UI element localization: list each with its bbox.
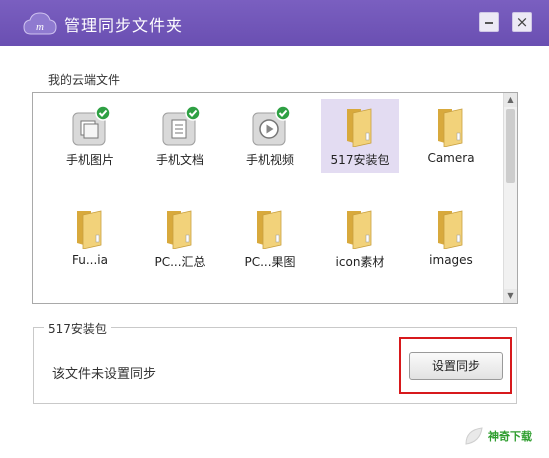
file-item-icon-assets[interactable]: icon素材 xyxy=(321,201,399,275)
file-item-pc-effects[interactable]: PC...果图 xyxy=(231,201,309,275)
folder-icon xyxy=(347,210,372,249)
folder-icon xyxy=(77,210,102,249)
close-icon: × xyxy=(515,13,529,31)
detail-folder-name: 517安装包 xyxy=(44,320,111,337)
file-item-phone-photos[interactable]: 手机图片 xyxy=(51,99,129,173)
file-item-label: 手机文档 xyxy=(155,153,204,167)
svg-text:m: m xyxy=(36,21,44,33)
file-item-fu-ia[interactable]: Fu...ia xyxy=(51,201,129,275)
watermark-leaf-icon xyxy=(465,427,483,445)
cloud-logo-icon: m xyxy=(23,12,57,35)
folder-icon xyxy=(347,108,372,147)
folder-icon xyxy=(257,210,282,249)
watermark-text: 神奇下载 xyxy=(488,430,532,443)
window-title: 管理同步文件夹 xyxy=(64,16,184,35)
file-item-camera[interactable]: Camera xyxy=(412,99,490,173)
folder-icon xyxy=(438,210,463,249)
title-bar[interactable]: m 管理同步文件夹 × xyxy=(0,0,549,46)
video-sync-icon xyxy=(252,105,291,146)
scroll-up-arrow-icon[interactable]: ▲ xyxy=(504,93,517,107)
set-sync-button[interactable]: 设置同步 xyxy=(409,352,503,380)
watermark: 神奇下载 xyxy=(462,422,546,450)
photo-sync-icon xyxy=(72,105,111,146)
file-item-label: 手机图片 xyxy=(65,153,114,167)
file-item-label: Camera xyxy=(427,151,475,165)
folder-icon xyxy=(438,108,463,147)
cloud-files-label: 我的云端文件 xyxy=(48,73,121,87)
scrollbar-thumb[interactable] xyxy=(506,109,515,183)
folder-icon xyxy=(167,210,192,249)
file-item-phone-videos[interactable]: 手机视频 xyxy=(231,99,309,173)
file-item-517-package[interactable]: 517安装包 xyxy=(321,99,399,173)
file-item-label: images xyxy=(429,253,473,267)
minimize-icon xyxy=(485,22,493,24)
document-sync-icon xyxy=(162,105,201,146)
file-item-label: icon素材 xyxy=(335,255,385,269)
file-item-phone-documents[interactable]: 手机文档 xyxy=(141,99,219,173)
file-item-label: Fu...ia xyxy=(72,253,108,267)
close-button[interactable]: × xyxy=(512,12,532,32)
sync-status-text: 该文件未设置同步 xyxy=(52,367,157,382)
scroll-down-arrow-icon[interactable]: ▼ xyxy=(504,289,517,303)
file-item-label: 手机视频 xyxy=(245,153,294,167)
file-item-label: PC...果图 xyxy=(244,255,296,269)
file-item-images[interactable]: images xyxy=(412,201,490,275)
cloud-file-list[interactable]: 手机图片 手机文档 手机视频 517安装包 Camera Fu...ia PC.… xyxy=(32,92,518,304)
file-item-label: PC...汇总 xyxy=(154,255,206,269)
file-item-pc-summary[interactable]: PC...汇总 xyxy=(141,201,219,275)
file-item-label: 517安装包 xyxy=(330,153,390,167)
vertical-scrollbar[interactable]: ▲ ▼ xyxy=(503,93,517,303)
minimize-button[interactable] xyxy=(479,12,499,32)
